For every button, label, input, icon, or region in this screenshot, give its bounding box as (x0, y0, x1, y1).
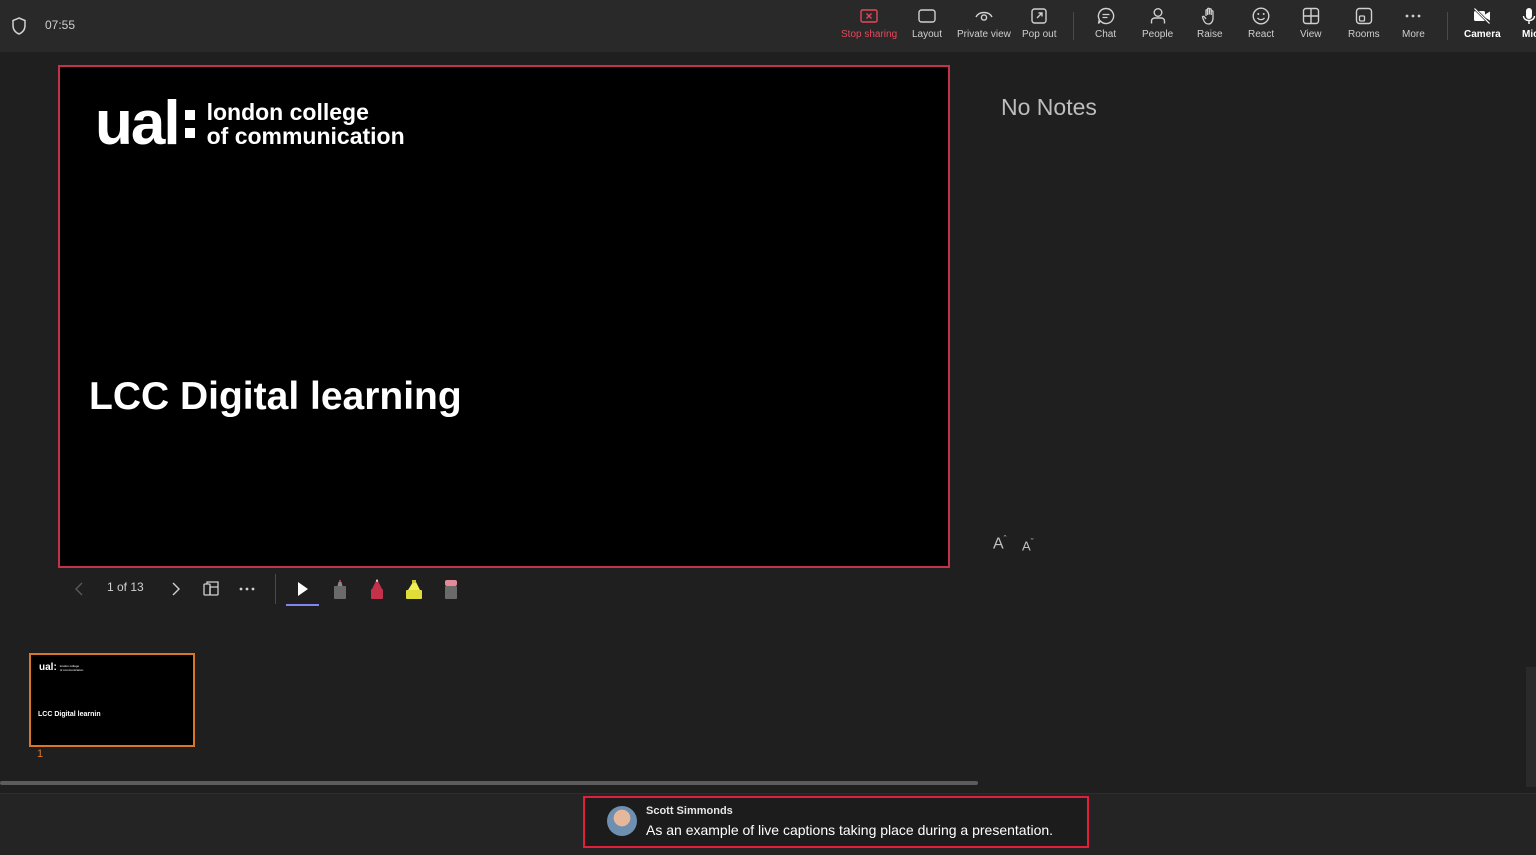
thumb-logo-line-2: of communication (59, 667, 84, 672)
layout-label: Layout (912, 29, 943, 40)
grid-icon (1302, 7, 1319, 25)
logo-colon (184, 106, 195, 142)
mic-label: Mic (1522, 29, 1536, 40)
meeting-timer: 07:55 (45, 18, 76, 32)
slide-thumbnail[interactable]: ual : london college of communication LC… (29, 653, 195, 747)
live-caption: Scott Simmonds As an example of live cap… (583, 796, 1089, 848)
logo-ual-text: ual (95, 89, 181, 158)
pop-out-icon (1031, 8, 1047, 24)
meeting-toolbar: 07:55 Stop sharing Layout Private view P… (0, 0, 1536, 52)
teams-presenter-window: 07:55 Stop sharing Layout Private view P… (0, 0, 1536, 855)
view-label: View (1300, 29, 1322, 40)
view-button[interactable]: View (1300, 6, 1322, 48)
react-label: React (1248, 29, 1275, 40)
slides-grid-icon (203, 581, 219, 596)
logo-college-text: london college of communication (207, 100, 405, 148)
chat-icon (1097, 7, 1114, 25)
pop-out-label: Pop out (1022, 29, 1057, 40)
slide-title: LCC Digital learning (89, 375, 462, 418)
raise-hand-button[interactable]: Raise (1197, 6, 1223, 48)
thumb-logo-colon: : (53, 662, 57, 673)
eraser-icon (445, 580, 457, 599)
controls-divider (275, 574, 276, 604)
thumb-logo: ual : london college of communication (39, 662, 83, 673)
caret-up-icon: ˆ (1003, 534, 1007, 544)
chat-label: Chat (1095, 29, 1117, 40)
decrease-font-button[interactable]: Aˇ (1022, 537, 1034, 553)
thumb-title: LCC Digital learnin (38, 711, 101, 718)
pop-out-button[interactable]: Pop out (1022, 6, 1056, 48)
rooms-button[interactable]: Rooms (1348, 6, 1380, 48)
highlighter-icon (406, 580, 422, 599)
private-view-label: Private view (957, 29, 1011, 40)
thumb-number: 1 (37, 748, 44, 760)
camera-label: Camera (1464, 29, 1501, 40)
layout-button[interactable]: Layout (912, 6, 942, 48)
marker-tool-gray[interactable] (330, 575, 350, 603)
raise-label: Raise (1197, 29, 1223, 40)
increase-font-button[interactable]: Aˆ (993, 534, 1007, 553)
ual-logo: ual london college of communication (95, 93, 405, 155)
more-icon (1405, 14, 1421, 18)
laser-pointer-tool[interactable] (292, 575, 312, 603)
chat-button[interactable]: Chat (1095, 6, 1116, 48)
chevron-left-icon (75, 582, 83, 596)
caption-text: As an example of live captions taking pl… (646, 822, 1054, 838)
people-label: People (1142, 29, 1174, 40)
next-slide-button[interactable] (165, 575, 185, 603)
stop-sharing-label: Stop sharing (841, 29, 898, 40)
stop-sharing-icon (860, 9, 878, 23)
mic-button[interactable]: Mic (1522, 6, 1536, 48)
rooms-icon (1355, 7, 1373, 25)
caption-speaker-name: Scott Simmonds (646, 805, 733, 817)
increase-font-label: A (993, 535, 1004, 553)
toolbar-divider (1073, 12, 1074, 40)
caret-down-icon: ˇ (1030, 537, 1034, 547)
vertical-scrollbar[interactable] (1526, 667, 1536, 787)
slide-sorter-button[interactable] (201, 575, 221, 603)
hand-icon (1201, 7, 1214, 25)
horizontal-scrollbar[interactable] (0, 781, 978, 785)
highlighter-tool-yellow[interactable] (404, 575, 424, 603)
eraser-tool[interactable] (441, 575, 461, 603)
thumb-logo-text: london college of communication (60, 664, 84, 672)
red-pen-icon (371, 579, 383, 599)
notes-empty-text: No Notes (1001, 94, 1097, 120)
mic-icon (1522, 8, 1536, 24)
more-icon (239, 587, 255, 591)
people-button[interactable]: People (1142, 6, 1173, 48)
logo-line-2: of communication (206, 123, 405, 149)
stop-sharing-button[interactable]: Stop sharing (841, 6, 897, 48)
camera-off-icon (1473, 7, 1491, 25)
private-view-button[interactable]: Private view (957, 6, 1011, 48)
slide-page-count: 1 of 13 (107, 580, 144, 594)
people-icon (1150, 8, 1165, 24)
pen-tool-red[interactable] (367, 575, 387, 603)
toolbar-divider (1447, 12, 1448, 40)
selected-tool-indicator (286, 604, 319, 606)
eye-icon (975, 11, 993, 21)
more-button[interactable]: More (1402, 6, 1425, 48)
avatar (607, 806, 637, 836)
more-label: More (1402, 29, 1425, 40)
logo-line-1: london college (206, 99, 369, 125)
slide-more-options-button[interactable] (237, 575, 257, 603)
presentation-slide: ual london college of communication LCC … (58, 65, 950, 568)
shield-icon (12, 17, 26, 35)
layout-icon (918, 9, 936, 23)
thumb-logo-ual: ual (39, 662, 54, 673)
rooms-label: Rooms (1348, 29, 1380, 40)
pointer-icon (298, 582, 308, 596)
decrease-font-label: A (1022, 538, 1031, 554)
react-button[interactable]: React (1248, 6, 1274, 48)
smiley-icon (1252, 7, 1270, 25)
chevron-right-icon (172, 582, 180, 596)
camera-button[interactable]: Camera (1464, 6, 1501, 48)
marker-icon (334, 580, 346, 599)
previous-slide-button[interactable] (70, 575, 90, 603)
